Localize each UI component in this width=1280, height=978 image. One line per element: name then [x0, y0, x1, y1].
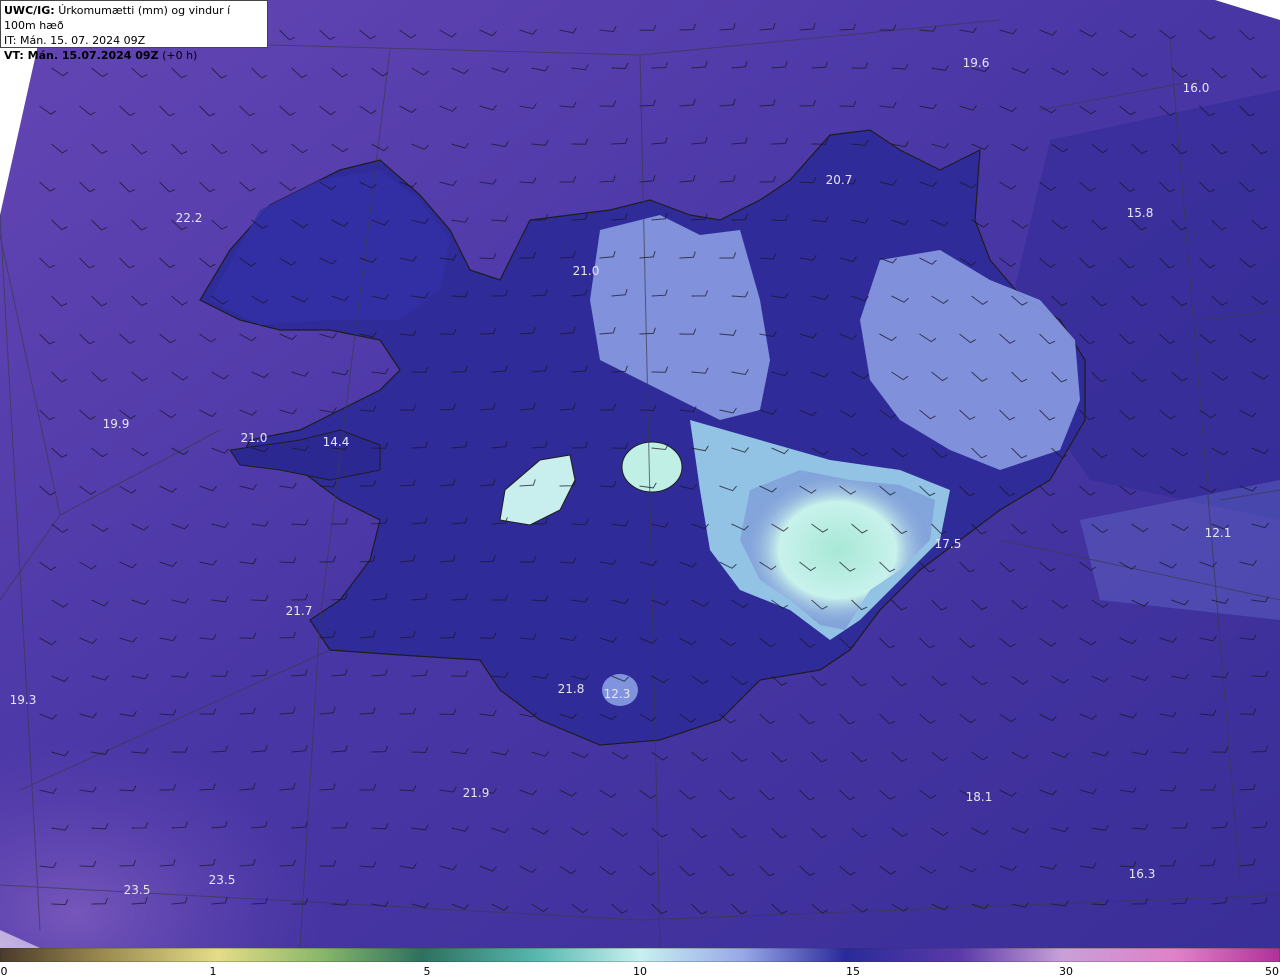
valid-offset: (+0 h)	[162, 49, 198, 62]
value-label: 20.7	[825, 173, 853, 187]
value-label: 21.0	[572, 264, 600, 278]
legend-tick: 50	[1265, 965, 1279, 978]
value-label: 16.0	[1182, 81, 1210, 95]
value-label: 19.9	[102, 417, 130, 431]
value-label: 12.3	[603, 687, 631, 701]
value-label: 23.5	[208, 873, 236, 887]
value-label: 14.4	[322, 435, 350, 449]
value-label: 15.8	[1126, 206, 1154, 220]
value-label: 19.6	[962, 56, 990, 70]
legend-tick: 1	[209, 965, 217, 978]
value-label: 22.2	[175, 211, 203, 225]
legend-tick: 5	[423, 965, 431, 978]
value-label: 18.1	[965, 790, 993, 804]
map-title-box: UWC/IG: Úrkomumætti (mm) og vindur í 100…	[0, 0, 268, 62]
hofsjokull-glacier	[621, 441, 683, 493]
valid-time: VT: Mán. 15.07.2024 09Z	[4, 49, 159, 62]
value-label: 19.3	[9, 693, 37, 707]
value-label: 16.3	[1128, 867, 1156, 881]
legend-tick: 30	[1059, 965, 1073, 978]
value-label: 21.7	[285, 604, 313, 618]
legend-tick: 10	[633, 965, 647, 978]
legend-colorbar	[0, 948, 1280, 962]
value-label: 23.5	[123, 883, 151, 897]
value-label: 21.0	[240, 431, 268, 445]
legend-tick: 15	[846, 965, 860, 978]
color-legend: 0 1 5 10 15 30 50	[0, 948, 1280, 978]
legend-tick: 0	[0, 965, 8, 978]
value-label: 12.1	[1204, 526, 1232, 540]
map-canvas	[0, 0, 1280, 948]
value-label: 21.8	[557, 682, 585, 696]
value-label: 21.9	[462, 786, 490, 800]
precipitable-water-map	[0, 0, 1280, 948]
issue-time: IT: Mán. 15. 07. 2024 09Z	[4, 34, 146, 47]
product-label: UWC/IG:	[4, 4, 55, 17]
value-label: 17.5	[934, 537, 962, 551]
